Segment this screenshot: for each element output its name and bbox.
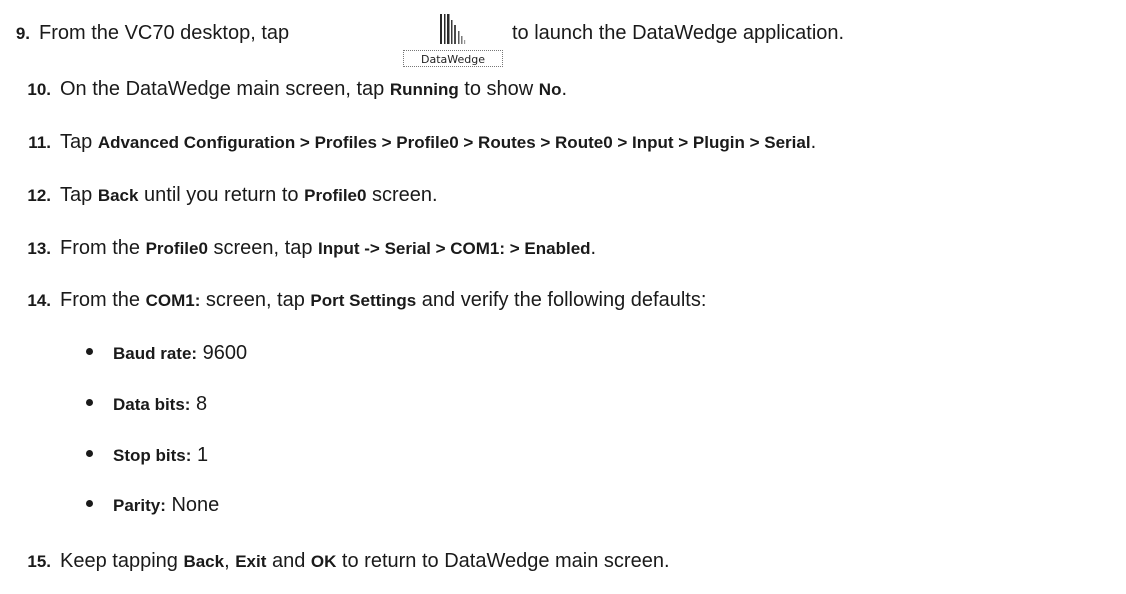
- ui-term: OK: [310, 552, 337, 571]
- step-text: From the: [60, 289, 146, 311]
- bullet-icon: [86, 399, 93, 407]
- step-number: 10.: [27, 80, 51, 99]
- step-number: 15.: [27, 552, 51, 571]
- step-text: Keep tapping: [60, 550, 184, 572]
- step-text: screen, tap: [200, 289, 311, 311]
- step-text: .: [810, 131, 817, 153]
- step-number: 14.: [27, 291, 51, 310]
- step-text: On the DataWedge main screen, tap: [60, 78, 390, 100]
- step-9-continued: to launch the DataWedge application.: [512, 21, 844, 45]
- step-text: and: [266, 550, 311, 572]
- setting-value: None: [165, 494, 220, 516]
- step-text: .: [590, 237, 597, 259]
- app-icon-label: DataWedge: [403, 50, 503, 67]
- step-13: 13. From the Profile0 screen, tap Input -…: [0, 236, 596, 261]
- step-text: .: [561, 78, 568, 100]
- setting-value: 1: [191, 444, 209, 466]
- datawedge-app-icon[interactable]: DataWedge: [401, 10, 509, 68]
- step-text: to launch the DataWedge application.: [512, 22, 845, 44]
- step-text: to return to DataWedge main screen.: [336, 550, 670, 572]
- step-text: until you return to: [138, 184, 305, 206]
- step-text: and verify the following defaults:: [416, 289, 707, 311]
- setting-label: Stop bits:: [113, 446, 192, 465]
- step-11: 11. Tap Advanced Configuration > Profiles…: [0, 130, 816, 155]
- step-10: 10. On the DataWedge main screen, tap Run…: [0, 77, 567, 102]
- setting-label: Data bits:: [113, 395, 191, 414]
- setting-label: Parity:: [113, 496, 166, 515]
- step-text: From the: [60, 237, 146, 259]
- step-number: 13.: [27, 239, 51, 258]
- step-12: 12. Tap Back until you return to Profile0…: [0, 183, 438, 208]
- barcode-icon: [440, 14, 466, 44]
- setting-label: Baud rate:: [113, 344, 198, 363]
- step-text: screen, tap: [207, 237, 318, 259]
- bullet-icon: [86, 500, 93, 508]
- bullet-icon: [86, 348, 93, 356]
- bullet-icon: [86, 450, 93, 458]
- ui-term: Profile0: [145, 239, 208, 258]
- ui-term: Running: [389, 80, 459, 99]
- step-number: 11.: [28, 133, 51, 152]
- step-number: 9.: [15, 24, 30, 43]
- step-14: 14. From the COM1: screen, tap Port Setti…: [0, 288, 706, 313]
- setting-value: 8: [190, 393, 208, 415]
- step-text: screen.: [366, 184, 438, 206]
- ui-term: No: [538, 80, 562, 99]
- step-text: Tap: [60, 131, 98, 153]
- step-9: 9. From the VC70 desktop, tap: [0, 21, 289, 46]
- step-15: 15. Keep tapping Back, Exit and OK to ret…: [0, 549, 670, 574]
- step-text: ,: [224, 550, 236, 572]
- step-text: From the VC70 desktop, tap: [39, 22, 290, 44]
- step-text: to show: [458, 78, 539, 100]
- setting-value: 9600: [197, 342, 248, 364]
- ui-term: Back: [97, 186, 139, 205]
- list-item: Baud rate: 9600: [86, 341, 247, 366]
- step-number: 12.: [27, 186, 51, 205]
- step-text: Tap: [60, 184, 98, 206]
- ui-term: COM1:: [145, 291, 201, 310]
- list-item: Parity: None: [86, 493, 219, 518]
- ui-term: Input -> Serial > COM1: > Enabled: [318, 239, 591, 258]
- ui-term: Exit: [235, 552, 267, 571]
- ui-term: Profile0: [304, 186, 367, 205]
- ui-term: Back: [183, 552, 225, 571]
- list-item: Stop bits: 1: [86, 443, 208, 468]
- list-item: Data bits: 8: [86, 392, 207, 417]
- ui-term: Port Settings: [310, 291, 417, 310]
- ui-term: Advanced Configuration > Profiles > Prof…: [97, 133, 811, 152]
